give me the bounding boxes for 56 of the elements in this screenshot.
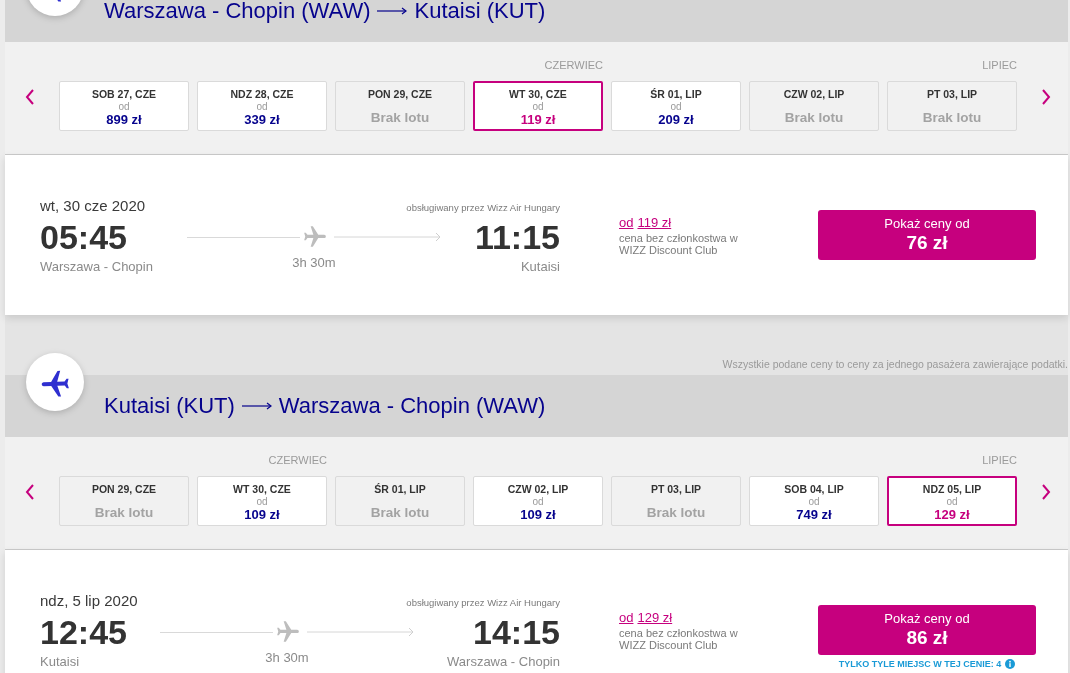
price-link[interactable]: od: [619, 214, 634, 230]
chevron-left-icon[interactable]: [25, 89, 35, 105]
departure-airport: Warszawa - Chopin: [40, 259, 153, 275]
arrival-airport: Warszawa - Chopin: [447, 654, 560, 670]
departure-airport: Kutaisi: [40, 654, 80, 670]
show-prices-button[interactable]: Pokaż ceny od 86 zł: [818, 605, 1036, 655]
date-card[interactable]: PON 29, CZE Brak lotu: [59, 476, 189, 526]
flight-duration: 3h 30m: [292, 255, 336, 271]
flight-date: wt, 30 cze 2020: [40, 197, 146, 215]
date-card[interactable]: PT 03, LIP Brak lotu: [611, 476, 741, 526]
info-icon[interactable]: [1005, 659, 1016, 669]
chevron-right-icon[interactable]: [1040, 484, 1051, 500]
membership-note: cena bez członkostwa w WIZZ Discount Club: [619, 627, 739, 651]
arrival-time: 14:15: [473, 614, 560, 650]
membership-note: cena bez członkostwa w WIZZ Discount Club: [619, 232, 739, 256]
date-card[interactable]: NDZ 28, CZE od 339 zł: [197, 81, 327, 131]
route-origin: Warszawa - Chopin (WAW): [104, 0, 371, 24]
arrival-airport: Kutaisi: [520, 259, 560, 275]
month-label: CZERWIEC: [268, 454, 327, 466]
operator-text: obsługiwany przez Wizz Air Hungary: [406, 597, 560, 608]
departure-time: 05:45: [40, 219, 127, 255]
price-link[interactable]: od: [619, 609, 634, 625]
arrow-icon: [377, 6, 408, 16]
month-label: LIPIEC: [982, 454, 1017, 466]
route-destination: Kutaisi (KUT): [414, 0, 546, 24]
departure-time: 12:45: [40, 614, 127, 650]
route-origin: Kutaisi (KUT): [104, 393, 235, 419]
date-card[interactable]: ŚR 01, LIP od 209 zł: [611, 81, 741, 131]
month-label: LIPIEC: [982, 59, 1017, 71]
date-card[interactable]: WT 30, CZE od 119 zł: [473, 81, 603, 131]
date-card[interactable]: NDZ 05, LIP od 129 zł: [887, 476, 1017, 526]
date-card[interactable]: PT 03, LIP Brak lotu: [887, 81, 1017, 131]
plane-icon: [25, 352, 85, 412]
chevron-left-icon[interactable]: [25, 484, 35, 500]
date-card[interactable]: CZW 02, LIP Brak lotu: [749, 81, 879, 131]
date-card[interactable]: SOB 27, CZE od 899 zł: [59, 81, 189, 131]
date-card[interactable]: CZW 02, LIP od 109 zł: [473, 476, 603, 526]
price-link[interactable]: 119 zł: [637, 214, 672, 230]
route-destination: Warszawa - Chopin (WAW): [278, 393, 546, 419]
show-prices-button[interactable]: Pokaż ceny od 76 zł: [818, 210, 1036, 260]
arrival-time: 11:15: [474, 219, 560, 255]
price-notice: Wszystkie podane ceny to ceny za jednego pasażera zawierające podatki.: [722, 357, 1068, 371]
chevron-right-icon[interactable]: [1040, 89, 1051, 105]
date-card[interactable]: PON 29, CZE Brak lotu: [335, 81, 465, 131]
operator-text: obsługiwany przez Wizz Air Hungary: [406, 202, 560, 213]
price-link[interactable]: 129 zł: [637, 609, 673, 625]
month-label: CZERWIEC: [544, 59, 603, 71]
plane-icon: [275, 619, 301, 645]
plane-icon: [301, 224, 328, 250]
arrow-icon: [241, 401, 272, 411]
date-card[interactable]: WT 30, CZE od 109 zł: [197, 476, 327, 526]
flight-duration: 3h 30m: [265, 650, 309, 666]
flight-date: ndz, 5 lip 2020: [40, 592, 138, 610]
date-card[interactable]: SOB 04, LIP od 749 zł: [749, 476, 879, 526]
date-card[interactable]: ŚR 01, LIP Brak lotu: [335, 476, 465, 526]
seats-left-note: TYLKO TYLE MIEJSC W TEJ CENIE: 4: [838, 658, 1002, 670]
